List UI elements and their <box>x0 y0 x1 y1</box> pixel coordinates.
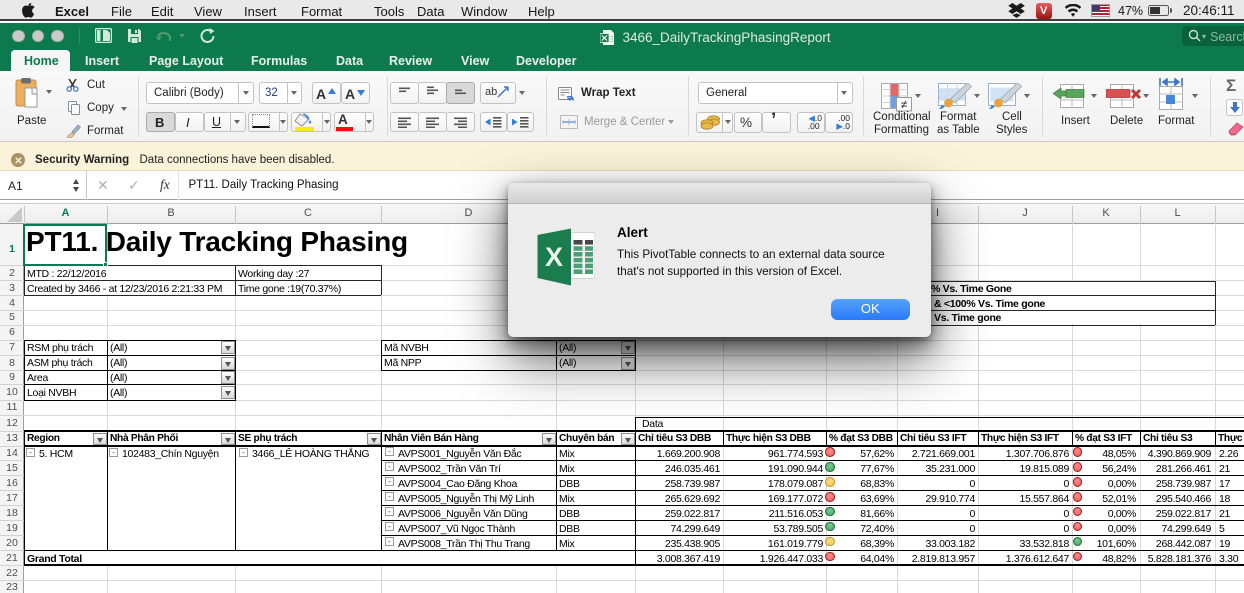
svg-text:X: X <box>545 242 563 272</box>
svg-text:≠: ≠ <box>901 98 908 112</box>
